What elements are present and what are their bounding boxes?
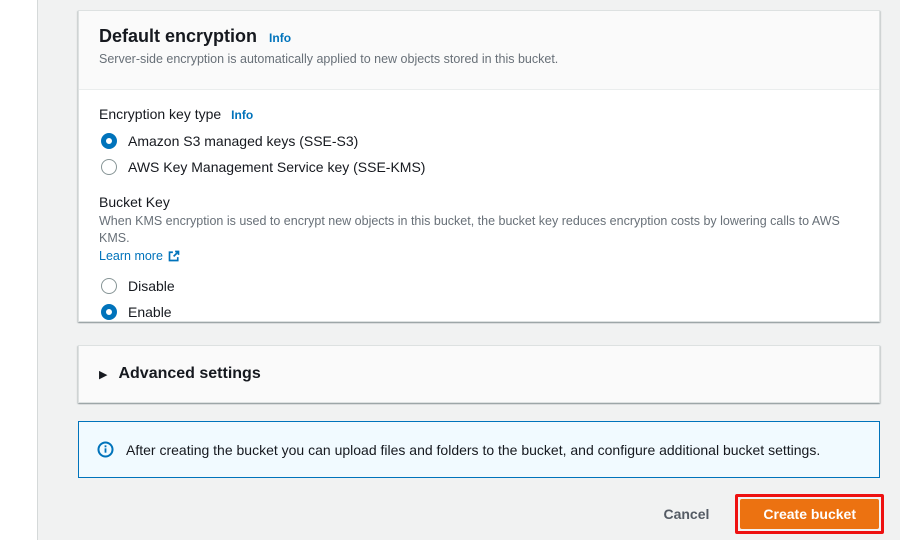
info-alert: After creating the bucket you can upload…	[78, 421, 880, 478]
encryption-key-type-label: Encryption key type	[99, 106, 222, 122]
default-encryption-info-link[interactable]: Info	[269, 31, 291, 45]
radio-option-label: Amazon S3 managed keys (SSE-S3)	[128, 133, 359, 149]
bucket-key-section: Bucket Key When KMS encryption is used t…	[99, 194, 859, 320]
default-encryption-body: Encryption key type Info Amazon S3 manag…	[79, 90, 879, 348]
radio-option-sse-s3[interactable]: Amazon S3 managed keys (SSE-S3)	[101, 133, 859, 149]
default-encryption-subtitle: Server-side encryption is automatically …	[99, 52, 559, 66]
footer-actions: Cancel Create bucket	[78, 494, 884, 534]
radio-selected-icon	[101, 133, 117, 149]
left-gutter	[0, 0, 37, 540]
radio-option-label: AWS Key Management Service key (SSE-KMS)	[128, 159, 426, 175]
radio-option-enable[interactable]: Enable	[101, 303, 859, 320]
default-encryption-header: Default encryption Info Server-side encr…	[79, 11, 879, 90]
radio-option-sse-kms[interactable]: AWS Key Management Service key (SSE-KMS)	[101, 159, 859, 175]
advanced-settings-expander[interactable]: ▶ Advanced settings	[78, 345, 880, 403]
cancel-button[interactable]: Cancel	[663, 506, 709, 522]
info-circle-icon	[97, 441, 114, 458]
default-encryption-card: Default encryption Info Server-side encr…	[78, 10, 880, 322]
create-bucket-button[interactable]: Create bucket	[740, 499, 879, 529]
bucket-key-label: Bucket Key	[99, 194, 170, 210]
radio-unselected-icon	[101, 159, 117, 175]
radio-unselected-icon	[101, 277, 117, 294]
encryption-key-type-info-link[interactable]: Info	[231, 108, 253, 122]
advanced-settings-title: Advanced settings	[118, 365, 261, 382]
radio-selected-icon	[101, 303, 117, 320]
red-highlight-annotation: Create bucket	[735, 494, 884, 534]
default-encryption-title: Default encryption	[99, 26, 258, 46]
expand-caret-icon: ▶	[99, 368, 108, 381]
radio-option-disable[interactable]: Disable	[101, 277, 859, 294]
learn-more-link[interactable]: Learn more	[99, 249, 163, 263]
bucket-key-description: When KMS encryption is used to encrypt n…	[99, 214, 840, 245]
radio-option-label: Disable	[128, 277, 175, 294]
info-alert-text: After creating the bucket you can upload…	[126, 441, 821, 458]
radio-option-label: Enable	[128, 303, 172, 320]
external-link-icon	[168, 250, 184, 262]
